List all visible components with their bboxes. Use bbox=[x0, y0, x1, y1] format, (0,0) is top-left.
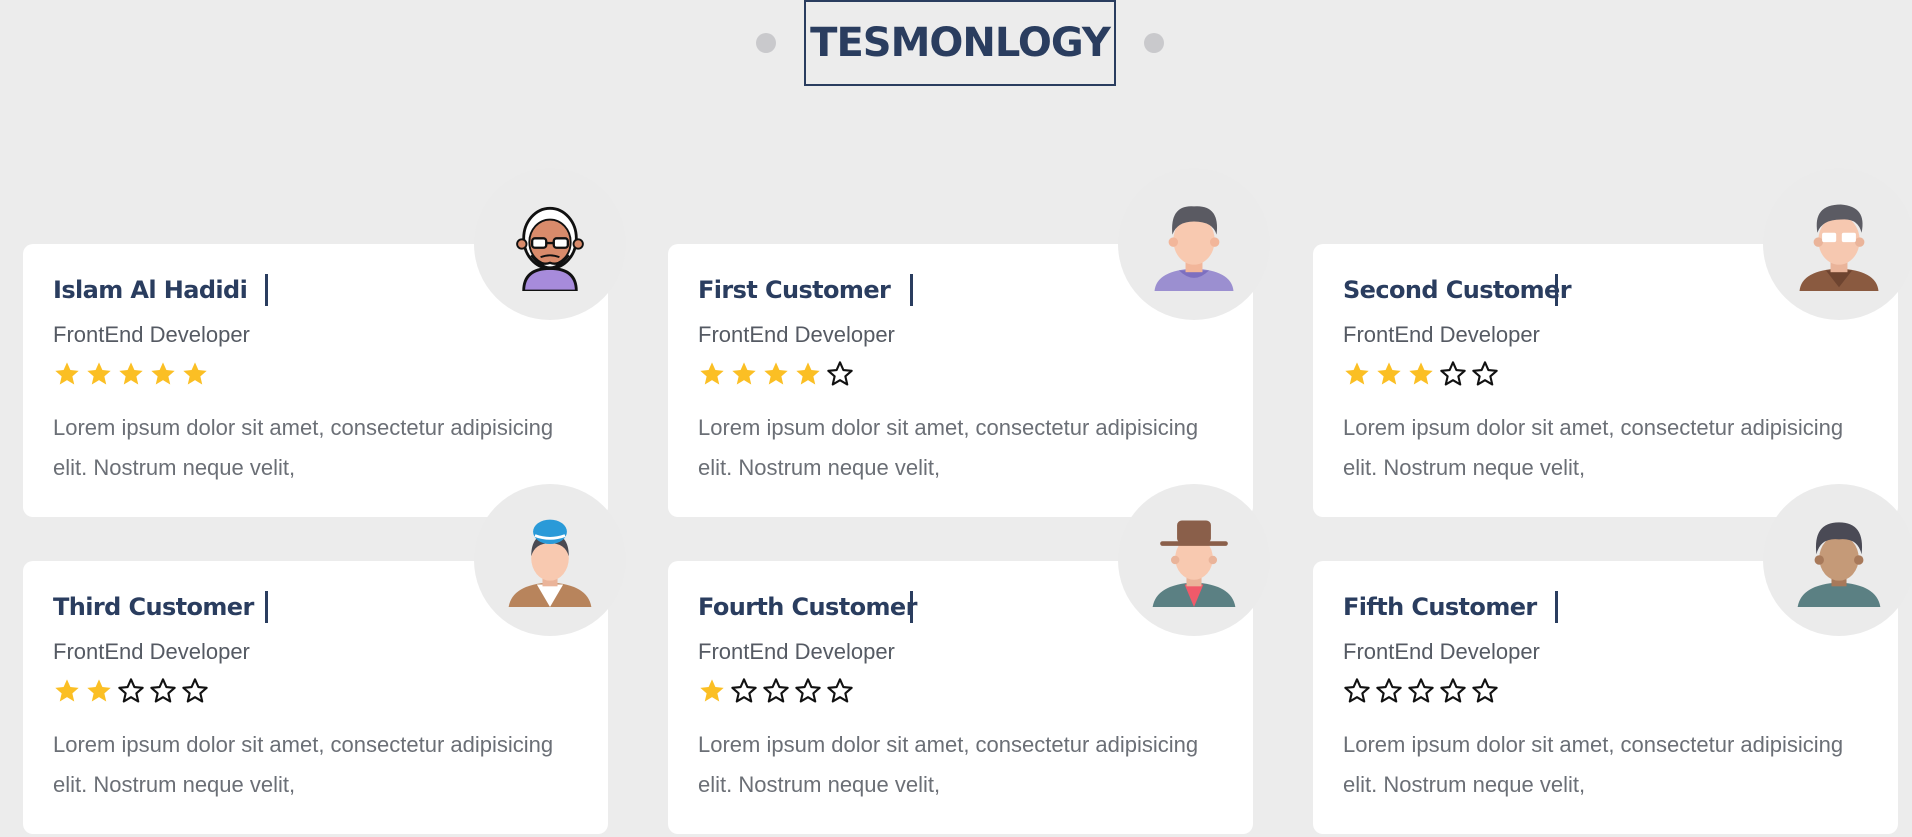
name-divider bbox=[1555, 274, 1558, 306]
title-dot-right bbox=[1144, 33, 1164, 53]
section-title-box: TESMONLOGY bbox=[804, 0, 1116, 86]
star-filled-icon bbox=[764, 362, 788, 385]
star-filled-icon bbox=[183, 362, 207, 385]
star-rating bbox=[53, 360, 209, 390]
star-filled-icon bbox=[55, 679, 79, 702]
customer-role: FrontEnd Developer bbox=[1343, 639, 1540, 664]
star-filled-icon bbox=[55, 362, 79, 385]
customer-role: FrontEnd Developer bbox=[698, 322, 895, 347]
man-purple-shirt-avatar-icon bbox=[1154, 206, 1234, 291]
testimonial-text: Lorem ipsum dolor sit amet, consectetur … bbox=[1343, 415, 1844, 480]
customer-role: FrontEnd Developer bbox=[53, 639, 250, 664]
section-header: TESMONLOGY bbox=[0, 0, 1912, 86]
avatar bbox=[474, 168, 626, 320]
star-rating bbox=[1343, 677, 1499, 707]
star-empty-icon bbox=[827, 678, 853, 703]
star-filled-icon bbox=[151, 362, 175, 385]
star-empty-icon bbox=[731, 678, 757, 703]
name-divider bbox=[265, 591, 268, 623]
star-rating bbox=[1343, 360, 1499, 390]
old-man-glasses-avatar-icon bbox=[516, 206, 584, 291]
testimonial-text: Lorem ipsum dolor sit amet, consectetur … bbox=[698, 732, 1199, 797]
star-empty-icon bbox=[795, 678, 821, 703]
customer-name: Second Customer bbox=[1343, 276, 1572, 304]
customer-name: Fourth Customer bbox=[698, 593, 917, 621]
man-dark-hair-avatar-icon bbox=[1797, 522, 1881, 607]
man-glasses-brown-jacket-avatar-icon bbox=[1799, 204, 1879, 291]
star-empty-icon bbox=[182, 678, 208, 703]
name-divider bbox=[910, 274, 913, 306]
star-filled-icon bbox=[1409, 362, 1433, 385]
customer-role: FrontEnd Developer bbox=[1343, 322, 1540, 347]
star-empty-icon bbox=[1472, 678, 1498, 703]
star-filled-icon bbox=[732, 362, 756, 385]
star-filled-icon bbox=[119, 362, 143, 385]
star-rating bbox=[698, 677, 854, 707]
customer-name: Third Customer bbox=[53, 593, 254, 621]
avatar bbox=[1118, 484, 1270, 636]
customer-name: Fifth Customer bbox=[1343, 593, 1537, 621]
star-filled-icon bbox=[700, 362, 724, 385]
star-filled-icon bbox=[1377, 362, 1401, 385]
name-divider bbox=[910, 591, 913, 623]
star-filled-icon bbox=[87, 679, 111, 702]
avatar bbox=[1763, 484, 1912, 636]
star-empty-icon bbox=[1472, 361, 1498, 386]
testimonial-text: Lorem ipsum dolor sit amet, consectetur … bbox=[1343, 732, 1844, 797]
customer-name: Islam Al Hadidi bbox=[53, 276, 248, 304]
section-title: TESMONLOGY bbox=[810, 20, 1111, 66]
testimonial-text: Lorem ipsum dolor sit amet, consectetur … bbox=[53, 415, 554, 480]
avatar bbox=[1118, 168, 1270, 320]
star-empty-icon bbox=[1440, 678, 1466, 703]
star-empty-icon bbox=[1344, 678, 1370, 703]
testimonial-text: Lorem ipsum dolor sit amet, consectetur … bbox=[53, 732, 554, 797]
star-empty-icon bbox=[150, 678, 176, 703]
star-filled-icon bbox=[700, 679, 724, 702]
name-divider bbox=[1555, 591, 1558, 623]
star-empty-icon bbox=[827, 361, 853, 386]
star-empty-icon bbox=[1376, 678, 1402, 703]
star-empty-icon bbox=[1440, 361, 1466, 386]
star-rating bbox=[698, 360, 854, 390]
customer-role: FrontEnd Developer bbox=[53, 322, 250, 347]
star-filled-icon bbox=[87, 362, 111, 385]
avatar bbox=[1763, 168, 1912, 320]
testimonials-page: TESMONLOGY Islam Al Hadidi FrontEnd Deve… bbox=[0, 0, 1912, 837]
star-rating bbox=[53, 677, 209, 707]
star-empty-icon bbox=[763, 678, 789, 703]
star-empty-icon bbox=[1408, 678, 1434, 703]
title-dot-left bbox=[756, 33, 776, 53]
avatar bbox=[474, 484, 626, 636]
customer-role: FrontEnd Developer bbox=[698, 639, 895, 664]
testimonial-text: Lorem ipsum dolor sit amet, consectetur … bbox=[698, 415, 1199, 480]
star-filled-icon bbox=[796, 362, 820, 385]
star-filled-icon bbox=[1345, 362, 1369, 385]
customer-name: First Customer bbox=[698, 276, 891, 304]
name-divider bbox=[265, 274, 268, 306]
star-empty-icon bbox=[118, 678, 144, 703]
woman-blue-hat-avatar-icon bbox=[508, 519, 592, 607]
man-fedora-hat-avatar-icon bbox=[1152, 520, 1236, 607]
